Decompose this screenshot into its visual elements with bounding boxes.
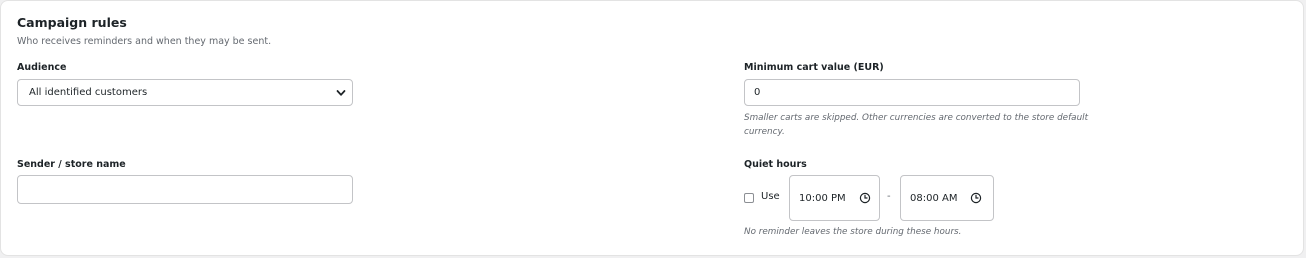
section-subtitle: Who receives reminders and when they may…: [17, 36, 272, 47]
quiet-hours-use-label[interactable]: Use: [761, 191, 780, 202]
audience-label: Audience: [17, 62, 67, 73]
audience-selected-value: All identified customers: [29, 87, 148, 98]
chevron-down-icon: [336, 90, 346, 96]
min-cart-label: Minimum cart value (EUR): [744, 62, 884, 73]
time-range-separator: -: [887, 191, 891, 202]
quiet-hours-use-checkbox[interactable]: [744, 193, 754, 203]
quiet-hours-start-input[interactable]: 10:00 PM: [789, 175, 880, 221]
quiet-hours-label: Quiet hours: [744, 159, 807, 170]
min-cart-input[interactable]: 0: [744, 79, 1080, 106]
quiet-hours-help: No reminder leaves the store during thes…: [744, 227, 962, 237]
section-title: Campaign rules: [17, 15, 127, 30]
min-cart-value: 0: [754, 87, 761, 98]
min-cart-help-line1: Smaller carts are skipped. Other currenc…: [744, 113, 1089, 123]
quiet-hours-end-input[interactable]: 08:00 AM: [900, 175, 994, 221]
sender-label: Sender / store name: [17, 159, 126, 170]
clock-icon[interactable]: [970, 192, 982, 204]
clock-icon[interactable]: [859, 192, 871, 204]
campaign-rules-card: Campaign rules Who receives reminders an…: [0, 0, 1304, 256]
sender-name-input[interactable]: [17, 175, 353, 204]
min-cart-help-line2: currency.: [744, 127, 785, 137]
audience-select[interactable]: All identified customers: [17, 79, 353, 106]
quiet-hours-end-value: 08:00 AM: [910, 193, 958, 204]
quiet-hours-start-value: 10:00 PM: [799, 193, 846, 204]
